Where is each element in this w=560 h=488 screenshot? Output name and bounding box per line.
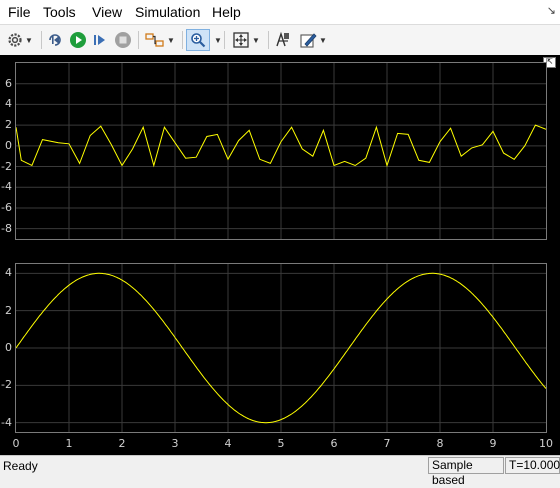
run-button[interactable] <box>67 29 89 51</box>
xtick-label: 5 <box>277 437 285 450</box>
step-back-icon <box>49 34 61 46</box>
ytick-label: 6 <box>5 76 12 90</box>
ytick-label: -2 <box>1 378 12 392</box>
ytick-label: 2 <box>5 303 12 317</box>
menu-file[interactable]: File <box>8 4 31 20</box>
chevron-down-icon: ▼ <box>252 35 260 45</box>
menu-help[interactable]: Help <box>212 4 241 20</box>
ytick-label: 4 <box>5 97 12 111</box>
chevron-down-icon: ▼ <box>167 35 175 45</box>
menu-tools[interactable]: Tools <box>43 4 76 20</box>
xtick-label: 10 <box>539 437 553 450</box>
highlight-signal-button[interactable]: ▼ <box>142 29 178 51</box>
ytick-label: -8 <box>1 221 12 235</box>
step-forward-button[interactable] <box>89 29 111 51</box>
step-back-button[interactable] <box>45 29 67 51</box>
axes-bottom-plot <box>16 264 546 432</box>
xtick-label: 3 <box>171 437 179 450</box>
menu-simulation[interactable]: Simulation <box>135 4 200 20</box>
zoom-dropdown-icon[interactable]: ▼ <box>214 36 222 45</box>
fit-to-view-icon <box>233 32 249 48</box>
sample-mode-indicator: Sample based <box>428 457 504 487</box>
toolbar-separator <box>268 31 269 49</box>
ytick-label: -6 <box>1 200 12 214</box>
run-icon <box>70 32 86 48</box>
style-icon <box>300 33 317 48</box>
toolbar-separator <box>138 31 139 49</box>
cursor-measurements-button[interactable] <box>272 29 294 51</box>
status-bar: Ready Sample based T=10.000 <box>0 455 560 487</box>
step-forward-icon <box>94 35 105 45</box>
settings-button[interactable]: ▼ <box>3 29 37 51</box>
ytick-label: 2 <box>5 118 12 132</box>
xtick-label: 9 <box>489 437 497 450</box>
xtick-label: 8 <box>436 437 444 450</box>
xtick-label: 6 <box>330 437 338 450</box>
axes-bottom[interactable] <box>15 263 547 433</box>
toolbar-separator <box>182 31 183 49</box>
ytick-label: 0 <box>5 138 12 152</box>
xtick-label: 2 <box>118 437 126 450</box>
ytick-label: -2 <box>1 159 12 173</box>
chevron-down-icon: ▼ <box>319 35 327 45</box>
toolbar-separator <box>41 31 42 49</box>
ytick-label: 0 <box>5 341 12 354</box>
xtick-label: 1 <box>65 437 73 450</box>
cursor-measurements-icon <box>276 31 289 47</box>
chevron-down-icon: ▼ <box>25 35 33 45</box>
stop-button[interactable] <box>112 29 134 51</box>
toolbar-separator <box>224 31 225 49</box>
ytick-label: 4 <box>5 266 12 280</box>
toolbar: ▼ ▼ ▼ ▼ ▼ <box>0 24 560 56</box>
zoom-icon <box>191 33 206 48</box>
simulation-time-indicator: T=10.000 <box>505 457 560 474</box>
ytick-label: -4 <box>1 415 12 429</box>
undock-arrow-icon[interactable]: ↘ <box>547 4 556 17</box>
menu-view[interactable]: View <box>92 4 122 20</box>
settings-icon <box>8 33 22 47</box>
highlight-signal-icon <box>145 33 164 47</box>
stop-icon <box>115 32 131 48</box>
axes-top[interactable] <box>15 62 547 240</box>
xtick-label: 7 <box>383 437 391 450</box>
axes-top-plot <box>16 63 546 239</box>
xtick-label: 4 <box>224 437 232 450</box>
fit-to-view-button[interactable]: ▼ <box>228 29 264 51</box>
scope-display[interactable]: ⇱ 6 4 2 0 -2 -4 -6 -8 4 2 0 -2 -4 0 1 2 3 4 5 6 7 8 9 10 <box>0 55 560 455</box>
xtick-label: 0 <box>12 437 20 450</box>
status-ready-text: Ready <box>3 459 38 473</box>
menu-bar: File Tools View Simulation Help ↘ <box>0 0 560 24</box>
style-button[interactable]: ▼ <box>295 29 331 51</box>
zoom-button[interactable] <box>186 29 210 51</box>
ytick-label: -4 <box>1 180 12 194</box>
